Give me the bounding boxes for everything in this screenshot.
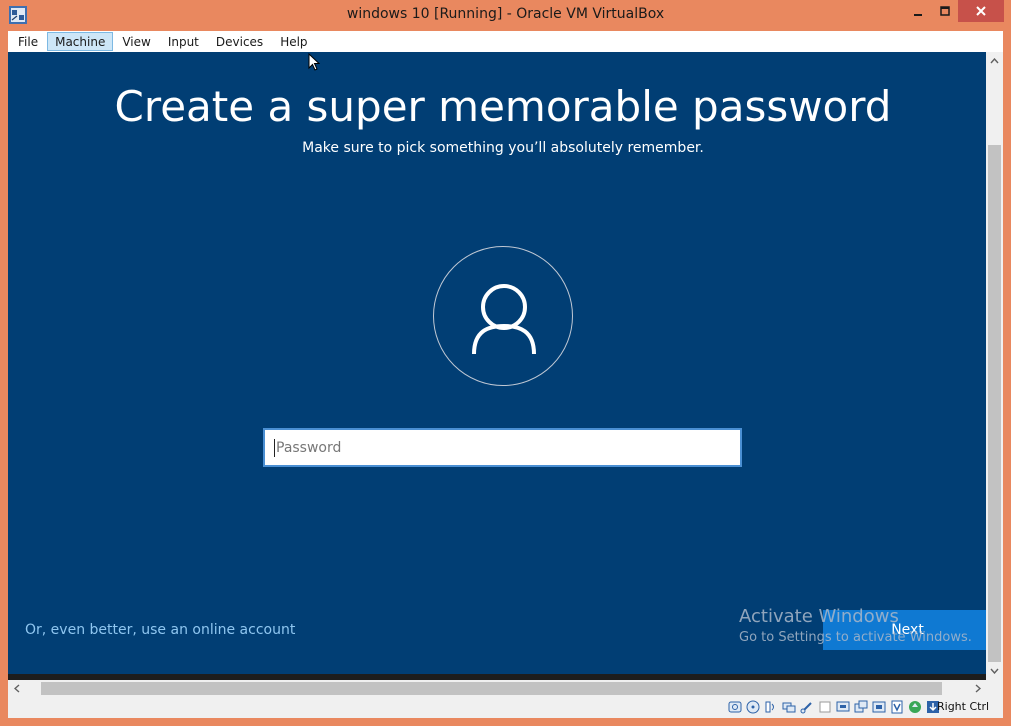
menu-devices[interactable]: Devices bbox=[208, 32, 271, 51]
virtualization-icon[interactable] bbox=[889, 699, 905, 715]
menu-machine[interactable]: Machine bbox=[47, 32, 114, 51]
window-title: windows 10 [Running] - Oracle VM Virtual… bbox=[346, 6, 665, 22]
recording-icon[interactable] bbox=[871, 699, 887, 715]
network-icon[interactable] bbox=[781, 699, 797, 715]
scroll-up-button[interactable] bbox=[986, 52, 1003, 69]
title-bar[interactable]: windows 10 [Running] - Oracle VM Virtual… bbox=[0, 0, 1011, 31]
online-account-link[interactable]: Or, even better, use an online account bbox=[25, 622, 295, 638]
horizontal-scrollbar[interactable] bbox=[8, 680, 986, 697]
vertical-scrollbar[interactable] bbox=[986, 52, 1003, 680]
chevron-down-icon bbox=[990, 668, 999, 674]
page-title: Create a super memorable password bbox=[114, 82, 892, 131]
avatar bbox=[433, 246, 573, 386]
menu-file[interactable]: File bbox=[10, 32, 46, 51]
menu-view[interactable]: View bbox=[114, 32, 158, 51]
close-button[interactable] bbox=[958, 0, 1004, 22]
scroll-down-button[interactable] bbox=[986, 662, 1003, 679]
host-key-label[interactable]: Right Ctrl bbox=[937, 700, 989, 713]
mouse-pointer-icon bbox=[308, 52, 321, 76]
vertical-scroll-thumb[interactable] bbox=[988, 145, 1001, 662]
video-capture-icon[interactable] bbox=[853, 699, 869, 715]
display-icon[interactable] bbox=[835, 699, 851, 715]
usb-icon[interactable] bbox=[799, 699, 815, 715]
page-subtitle: Make sure to pick something you’ll absol… bbox=[302, 140, 704, 156]
virtualbox-window: windows 10 [Running] - Oracle VM Virtual… bbox=[0, 0, 1011, 726]
password-input[interactable]: Password bbox=[263, 428, 742, 467]
hard-disk-icon[interactable] bbox=[727, 699, 743, 715]
horizontal-scroll-thumb[interactable] bbox=[41, 682, 942, 695]
scroll-right-button[interactable] bbox=[969, 680, 986, 697]
chevron-right-icon bbox=[975, 684, 981, 693]
status-icons bbox=[727, 699, 941, 715]
menu-input[interactable]: Input bbox=[160, 32, 207, 51]
maximize-button[interactable] bbox=[931, 0, 958, 22]
scrollbar-corner bbox=[986, 680, 1003, 697]
maximize-icon bbox=[939, 6, 950, 16]
text-caret bbox=[274, 438, 275, 457]
chevron-up-icon bbox=[990, 57, 999, 63]
guest-display[interactable]: Create a super memorable password Make s… bbox=[8, 52, 986, 674]
optical-drive-icon[interactable] bbox=[745, 699, 761, 715]
audio-icon[interactable] bbox=[763, 699, 779, 715]
menu-help[interactable]: Help bbox=[272, 32, 315, 51]
shared-folders-icon[interactable] bbox=[817, 699, 833, 715]
mouse-integration-icon[interactable] bbox=[907, 699, 923, 715]
next-button[interactable]: Next bbox=[823, 610, 986, 650]
minimize-icon bbox=[914, 14, 922, 16]
minimize-button[interactable] bbox=[905, 0, 931, 22]
password-placeholder: Password bbox=[276, 439, 342, 456]
chevron-left-icon bbox=[13, 684, 19, 693]
status-bar: Right Ctrl bbox=[8, 697, 1003, 718]
menu-bar: File Machine View Input Devices Help bbox=[8, 31, 1003, 52]
user-icon bbox=[472, 284, 536, 355]
close-icon bbox=[976, 6, 986, 16]
scroll-left-button[interactable] bbox=[8, 680, 25, 697]
